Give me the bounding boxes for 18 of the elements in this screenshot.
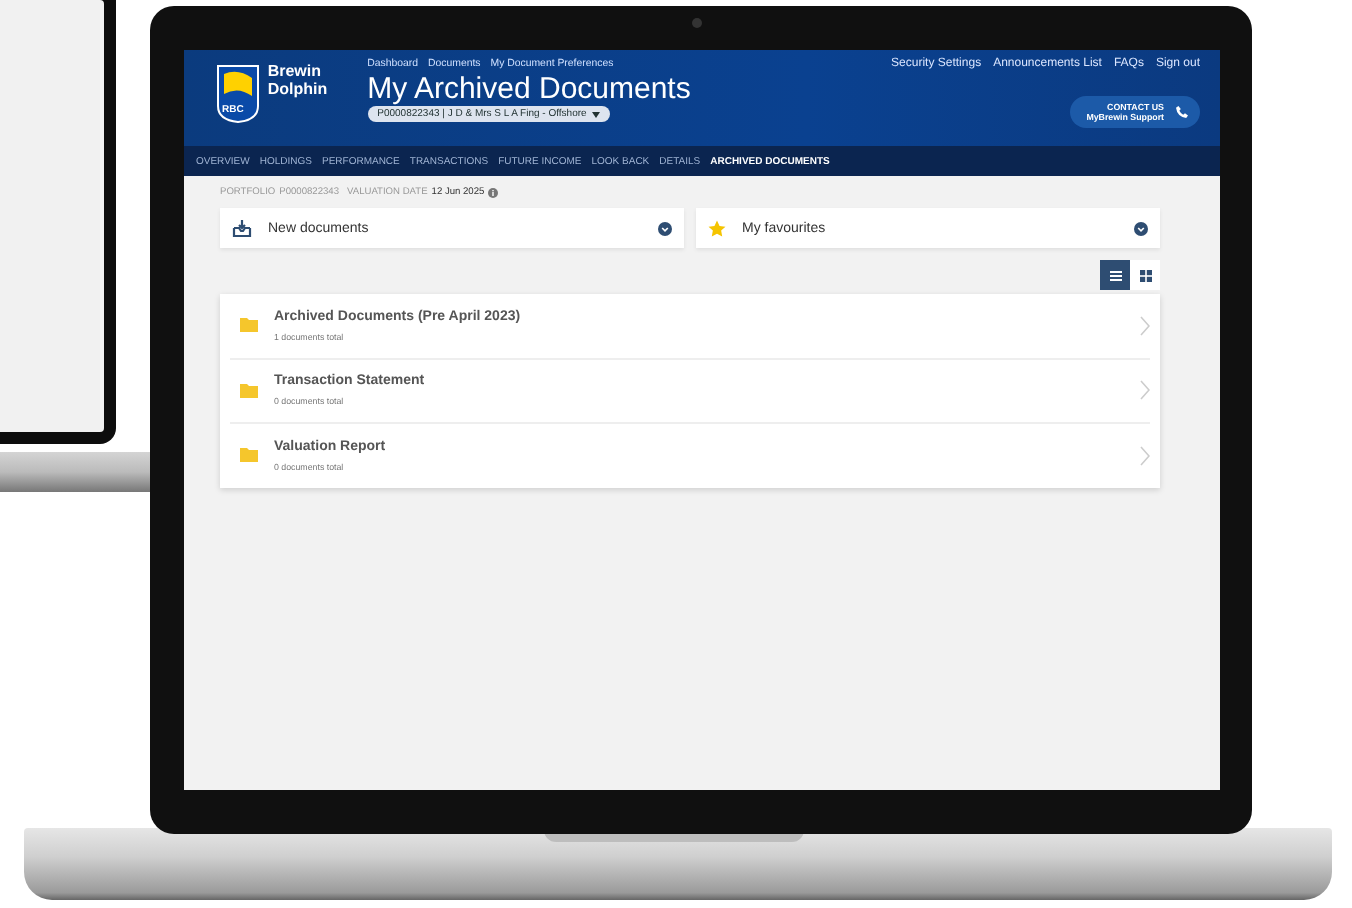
folder-icon — [240, 448, 258, 463]
folder-icon — [240, 318, 258, 333]
expand-icon[interactable] — [1134, 221, 1148, 235]
brand-name: Brewin — [267, 62, 324, 80]
list-icon — [1107, 267, 1123, 283]
folder-icon — [240, 383, 258, 398]
page-title: My Archived Documents — [367, 72, 691, 106]
list-view-button[interactable] — [1100, 260, 1130, 290]
star-icon — [708, 219, 726, 237]
brand-name: Dolphin — [267, 80, 328, 98]
inbox-icon — [232, 219, 252, 237]
caret-icon — [592, 111, 601, 117]
grid-icon — [1137, 267, 1153, 283]
info-icon — [488, 188, 499, 198]
expand-icon[interactable] — [658, 221, 672, 235]
phone-icon — [1176, 106, 1188, 119]
shield-logo-icon — [216, 64, 260, 124]
grid-view-button[interactable] — [1130, 260, 1160, 290]
